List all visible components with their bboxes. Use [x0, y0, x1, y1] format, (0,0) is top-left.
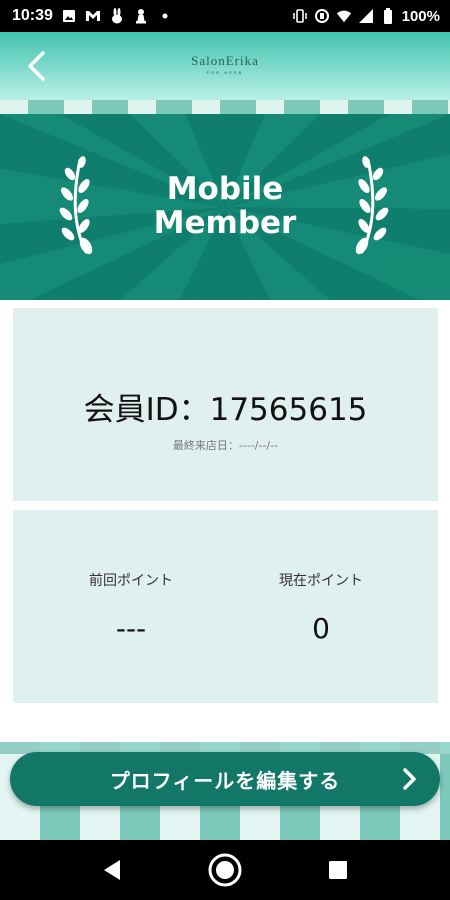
status-right: 100%	[292, 8, 450, 25]
nav-back-icon	[104, 860, 120, 880]
data-saver-icon	[314, 8, 330, 24]
status-time: 10:39	[12, 7, 53, 24]
previous-points: 前回ポイント ---	[56, 570, 206, 645]
status-bar: 10:39 100%	[0, 0, 450, 32]
member-id-card: 会員ID：17565615 最終来店日：----/--/--	[13, 308, 438, 501]
gmail-icon	[85, 8, 101, 24]
nav-back-button[interactable]	[94, 852, 130, 888]
current-points: 現在ポイント 0	[246, 570, 396, 645]
nav-home-icon	[208, 853, 242, 887]
vibrate-icon	[292, 8, 308, 24]
nav-home-button[interactable]	[207, 852, 243, 888]
laurel-icon	[355, 156, 389, 255]
image-icon	[61, 8, 77, 24]
status-left: 10:39	[0, 7, 173, 25]
edit-profile-button[interactable]: プロフィールを編集する	[10, 752, 440, 806]
rabbit-icon	[109, 8, 125, 24]
previous-points-label: 前回ポイント	[89, 573, 173, 589]
system-nav-bar	[0, 840, 450, 900]
chess-pawn-icon	[133, 8, 149, 24]
points-card: 前回ポイント --- 現在ポイント 0	[13, 510, 438, 703]
member-content: 会員ID：17565615 最終来店日：----/--/-- 前回ポイント --…	[0, 300, 450, 742]
signal-icon	[358, 8, 374, 24]
wifi-icon	[336, 8, 352, 24]
edit-profile-label: プロフィールを編集する	[109, 768, 341, 793]
battery-percentage: 100%	[401, 7, 440, 25]
previous-points-value: ---	[115, 612, 147, 645]
nav-recents-icon	[329, 861, 347, 879]
brand-subtitle: FOR HERB	[206, 70, 244, 75]
chevron-right-icon	[403, 768, 416, 790]
nav-recents-button[interactable]	[320, 852, 356, 888]
app-header: SalonErika FOR HERB	[0, 32, 450, 100]
battery-icon	[380, 8, 396, 24]
stripe-band	[0, 100, 450, 114]
bottom-stripe-area: プロフィールを編集する	[0, 742, 450, 840]
member-id: 会員ID：17565615	[83, 392, 368, 428]
brand-logo: SalonErika FOR HERB	[0, 53, 450, 75]
current-points-value: 0	[312, 612, 330, 645]
dot-icon	[157, 8, 173, 24]
last-visit-date: 最終来店日：----/--/--	[172, 439, 279, 452]
brand-name: SalonErika	[191, 53, 259, 68]
current-points-label: 現在ポイント	[279, 573, 363, 589]
mobile-member-banner: Mobile Member	[0, 114, 450, 300]
